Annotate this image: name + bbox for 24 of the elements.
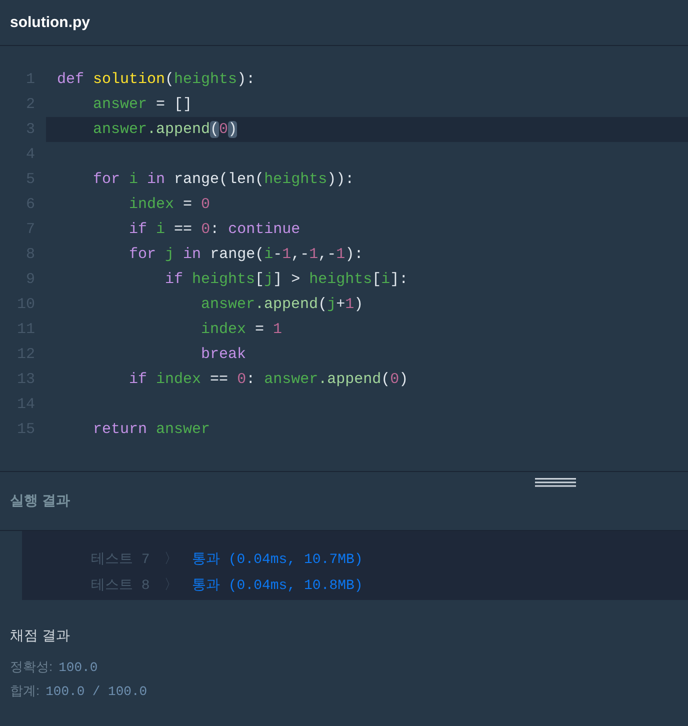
code-line: if heights[j] > heights[i]: [164,270,410,290]
grading-title: 채점 결과 [10,627,71,645]
code-line: if i == 0: continue [128,220,302,240]
panel-title: 실행 결과 [10,492,70,510]
score-value: 100.0 [58,660,98,674]
code-line: answer = [] [92,95,194,115]
file-tab-title[interactable]: solution.py [10,14,90,31]
code-line: for j in range(i-1,-1,-1): [128,245,364,265]
test-result: 통과 (0.04ms, 10.8MB) [192,577,363,594]
code-line: return answer [92,420,212,440]
code-line: index = 1 [200,320,284,340]
score-label: 합계: [10,682,40,700]
test-result: 통과 (0.04ms, 10.7MB) [192,551,363,568]
code-line: for i in range(len(heights)): [92,170,356,190]
code-line: if index == 0: answer.append(0) [128,370,410,390]
score-value: 100.0 / 100.0 [46,684,148,698]
drag-handle-icon[interactable] [535,478,576,487]
code-line: break [200,345,248,365]
code-line: index = 0 [128,195,212,215]
code-line: def solution(heights): [56,70,256,90]
code-line: answer.append(j+1) [200,295,364,315]
chevron-icon: 〉 [164,550,192,568]
chevron-icon: 〉 [164,576,192,594]
score-label: 정확성: [10,658,53,676]
